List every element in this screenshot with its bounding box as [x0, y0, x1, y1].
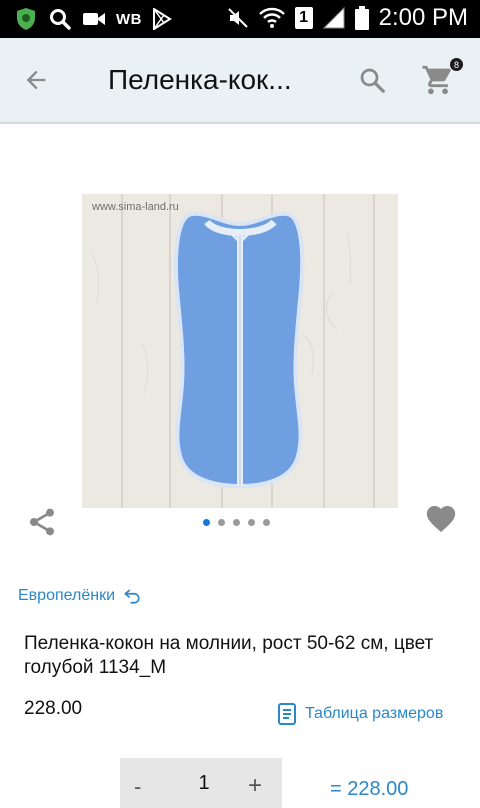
total-price: = 228.00 — [330, 778, 409, 800]
search-icon — [360, 68, 385, 93]
share-icon — [30, 508, 54, 536]
mute-icon — [227, 5, 249, 31]
pager-dot[interactable] — [203, 519, 210, 526]
back-arrow-icon — [26, 70, 46, 90]
heart-icon — [426, 505, 456, 533]
undo-icon — [124, 589, 140, 604]
page-title: Пеленка-кок... — [108, 64, 292, 95]
size-table-label: Таблица размеров — [305, 705, 444, 722]
watermark: www.sima-land.ru — [92, 201, 179, 213]
wifi-icon — [258, 5, 285, 31]
status-bar: WB 1 2:00 PM — [0, 0, 480, 38]
back-button[interactable] — [18, 62, 54, 98]
image-pager — [203, 519, 270, 526]
product-title: Пеленка-кокон на молнии, рост 50-62 см, … — [24, 633, 434, 678]
pager-dot[interactable] — [218, 519, 225, 526]
cart-count-badge: 8 — [450, 58, 463, 71]
favorite-button[interactable] — [422, 500, 460, 536]
app-bar-divider — [0, 122, 480, 124]
pager-dot[interactable] — [248, 519, 255, 526]
quantity-stepper: - 1 + — [120, 758, 282, 808]
brand-link[interactable]: Европелёнки — [18, 587, 141, 605]
video-camera-icon — [82, 6, 106, 32]
search-button[interactable] — [354, 62, 390, 98]
pager-dot[interactable] — [233, 519, 240, 526]
signal-icon — [322, 5, 345, 31]
quantity-value[interactable]: 1 — [194, 772, 214, 795]
shield-app-icon — [14, 6, 38, 32]
search-icon — [48, 6, 72, 32]
battery-icon — [354, 5, 369, 31]
document-icon — [278, 703, 296, 725]
sim-slot-indicator: 1 — [294, 7, 313, 29]
pager-dot[interactable] — [263, 519, 270, 526]
play-store-icon — [152, 6, 172, 32]
share-button[interactable] — [24, 504, 60, 540]
quantity-decrease-button[interactable]: - — [134, 774, 141, 800]
app-bar: Пеленка-кок... — [0, 38, 480, 122]
carrier-label: WB — [116, 10, 142, 28]
brand-label: Европелёнки — [18, 587, 116, 604]
product-price: 228.00 — [24, 698, 83, 719]
quantity-increase-button[interactable]: + — [248, 772, 262, 800]
product-image[interactable] — [82, 194, 398, 508]
size-table-link[interactable]: Таблица размеров — [277, 703, 443, 725]
clock: 2:00 PM — [378, 4, 468, 31]
cart-icon — [422, 65, 451, 95]
